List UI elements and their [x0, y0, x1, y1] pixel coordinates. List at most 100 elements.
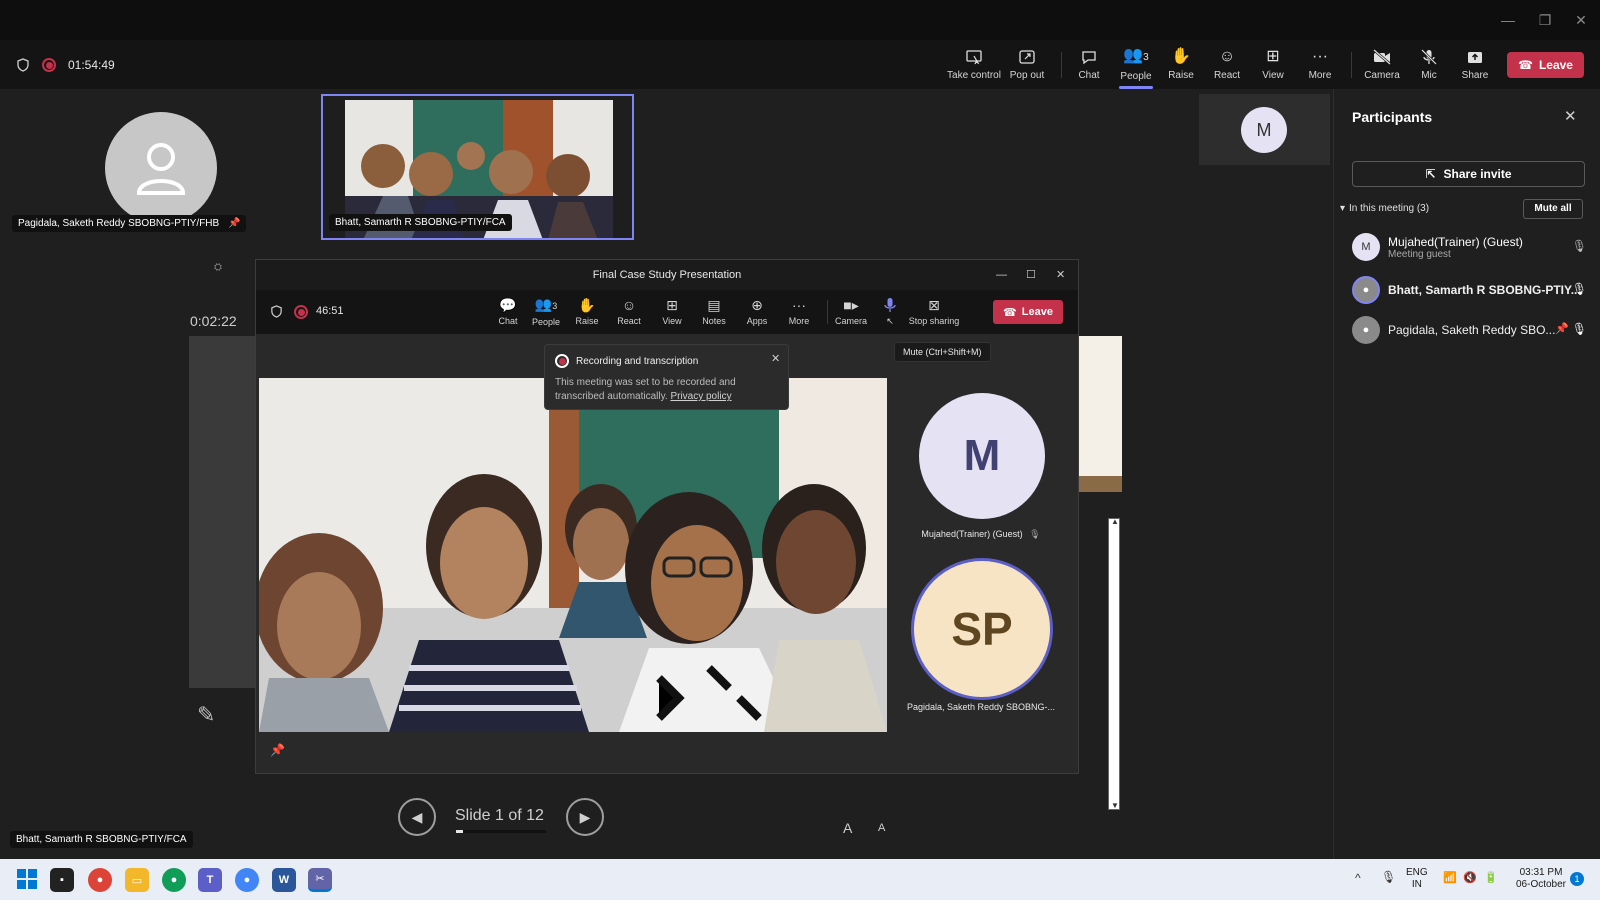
increase-font-button[interactable]: A	[843, 820, 852, 836]
in-meeting-section[interactable]: ▾ In this meeting (3)	[1340, 203, 1429, 214]
meeting-status: 01:54:49	[16, 54, 115, 76]
popout-react-button[interactable]: ☺ React	[614, 294, 644, 330]
speaker-muted-icon[interactable]: 🔇	[1463, 871, 1477, 884]
popout-minimize-button[interactable]: —	[996, 260, 1007, 290]
popout-view-button[interactable]: ⊞ View	[657, 294, 687, 330]
share-invite-button[interactable]: ⇱ Share invite	[1352, 161, 1585, 187]
take-control-button[interactable]: Take control	[946, 40, 1002, 89]
popout-leave-label: Leave	[1021, 306, 1053, 318]
popout-camera-button[interactable]: ■▸ Camera	[833, 294, 869, 330]
more-icon: ···	[792, 297, 806, 313]
presenter-timer: 46:51	[316, 305, 344, 317]
popout-leave-button[interactable]: ☎ Leave	[993, 300, 1063, 324]
close-panel-button[interactable]: ✕	[1564, 107, 1577, 125]
camera-label: Camera	[1364, 70, 1400, 81]
next-slide-button[interactable]: ▶	[566, 798, 604, 836]
decrease-font-button[interactable]: A	[878, 822, 885, 834]
slide-elapsed-timer: 0:02:22	[190, 313, 237, 329]
mic-icon	[884, 298, 896, 312]
popout-mic-button[interactable]: ↖	[880, 294, 900, 330]
in-meeting-label: In this meeting (3)	[1349, 203, 1430, 214]
popout-close-button[interactable]: ✕	[1056, 260, 1065, 290]
popout-more-button[interactable]: ··· More	[784, 294, 814, 330]
person-icon: ●	[1352, 316, 1380, 344]
take-control-label: Take control	[947, 70, 1001, 81]
chat-button[interactable]: Chat	[1072, 40, 1106, 89]
close-notice-icon[interactable]: ✕	[771, 352, 780, 365]
popout-raise-label: Raise	[575, 316, 599, 326]
view-button[interactable]: ⊞ View	[1258, 40, 1288, 89]
view-grid-icon: ⊞	[1266, 48, 1280, 65]
shield-icon	[271, 305, 282, 318]
camera-button[interactable]: Camera	[1364, 40, 1400, 89]
more-icon: ···	[1312, 48, 1328, 65]
take-control-icon	[966, 50, 982, 65]
wifi-icon[interactable]: 📶	[1443, 871, 1457, 884]
teams-icon[interactable]: T	[198, 868, 222, 892]
share-button[interactable]: Share	[1460, 40, 1490, 89]
recording-indicator-icon	[555, 354, 569, 368]
scroll-up-arrow[interactable]: ▲	[1111, 517, 1119, 526]
camera-off-icon	[1373, 49, 1391, 65]
popout-react-label: React	[617, 316, 641, 326]
participant-avatar	[105, 112, 217, 224]
mic-off-icon: 🎙	[1571, 239, 1587, 253]
chrome-profile-2-icon[interactable]: ●	[235, 868, 259, 892]
camera-icon: ■▸	[843, 297, 859, 313]
recording-notice-body: This meeting was set to be recorded and …	[555, 376, 778, 404]
restore-window-button[interactable]: ❐	[1535, 10, 1555, 30]
notification-badge[interactable]: 1	[1570, 872, 1584, 886]
participant-name: Mujahed(Trainer) (Guest)	[1388, 234, 1523, 249]
pin-icon[interactable]: 📌	[270, 743, 285, 757]
view-grid-icon: ⊞	[666, 297, 678, 313]
recording-notice: Recording and transcription ✕ This meeti…	[544, 344, 789, 410]
mini-participant-tile[interactable]: M	[1199, 94, 1330, 165]
popout-maximize-button[interactable]: ☐	[1026, 260, 1036, 290]
react-button[interactable]: ☺ React	[1212, 40, 1242, 89]
mute-all-button[interactable]: Mute all	[1523, 199, 1583, 219]
file-explorer-icon[interactable]: ▭	[125, 868, 149, 892]
mic-tray-icon[interactable]: 🎙	[1381, 870, 1396, 884]
raise-hand-button[interactable]: ✋ Raise	[1166, 40, 1196, 89]
presenter-window: Final Case Study Presentation — ☐ ✕ 46:5…	[255, 259, 1079, 774]
stop-sharing-button[interactable]: ⊠ Stop sharing	[908, 294, 960, 330]
pen-tool-icon[interactable]: ✎	[197, 702, 215, 728]
popout-apps-button[interactable]: ⊕ Apps	[742, 294, 772, 330]
slide-navigator: ◀ Slide 1 of 12 ▶	[398, 797, 606, 837]
battery-icon[interactable]: 🔋	[1484, 871, 1498, 884]
people-button[interactable]: 👥3 People	[1117, 40, 1155, 89]
close-window-button[interactable]: ✕	[1571, 10, 1591, 30]
participant-row[interactable]: M Mujahed(Trainer) (Guest) Meeting guest…	[1352, 229, 1587, 265]
privacy-policy-link[interactable]: Privacy policy	[670, 391, 731, 402]
task-view-icon[interactable]: ▪	[50, 868, 74, 892]
notes-scrollbar[interactable]: ▲ ▼	[1108, 517, 1120, 810]
participant-row[interactable]: ● Bhatt, Samarth R SBOBNG-PTIY... 🎙	[1352, 272, 1587, 308]
clock[interactable]: 03:31 PM 06-October	[1510, 867, 1572, 891]
meeting-toolbar: 01:54:49 Take control Pop out Chat 👥3 Pe…	[0, 40, 1600, 89]
more-button[interactable]: ··· More	[1305, 40, 1335, 89]
pop-out-button[interactable]: Pop out	[1006, 40, 1048, 89]
minimize-window-button[interactable]: —	[1498, 10, 1518, 30]
snipping-tool-icon[interactable]: ✂	[308, 868, 332, 892]
share-label: Share	[1461, 70, 1489, 81]
shared-video-feed	[259, 378, 887, 732]
windows-start-icon[interactable]	[17, 869, 37, 889]
language-indicator[interactable]: ENG IN	[1406, 867, 1428, 891]
chevron-up-icon[interactable]: ^	[1355, 871, 1361, 885]
popout-notes-button[interactable]: ▤ Notes	[699, 294, 729, 330]
previous-slide-button[interactable]: ◀	[398, 798, 436, 836]
chrome-icon[interactable]: ●	[88, 868, 112, 892]
word-icon[interactable]: W	[272, 868, 296, 892]
popout-chat-button[interactable]: 💬 Chat	[493, 294, 523, 330]
recording-notice-title: Recording and transcription	[576, 355, 699, 367]
pin-icon[interactable]: 📌	[1555, 322, 1569, 335]
participant-row[interactable]: ● Pagidala, Saketh Reddy SBO... 📌 🎙	[1352, 312, 1587, 348]
mic-button[interactable]: Mic	[1416, 40, 1442, 89]
leave-button[interactable]: ☎ Leave	[1507, 52, 1584, 78]
scroll-down-arrow[interactable]: ▼	[1111, 801, 1119, 810]
popout-raise-button[interactable]: ✋ Raise	[572, 294, 602, 330]
more-label: More	[1308, 70, 1332, 81]
video-thumbnail[interactable]: Bhatt, Samarth R SBOBNG-PTIY/FCA	[321, 94, 634, 240]
chrome-profile-icon[interactable]: ●	[162, 868, 186, 892]
popout-people-button[interactable]: 👥3 People	[527, 294, 565, 330]
